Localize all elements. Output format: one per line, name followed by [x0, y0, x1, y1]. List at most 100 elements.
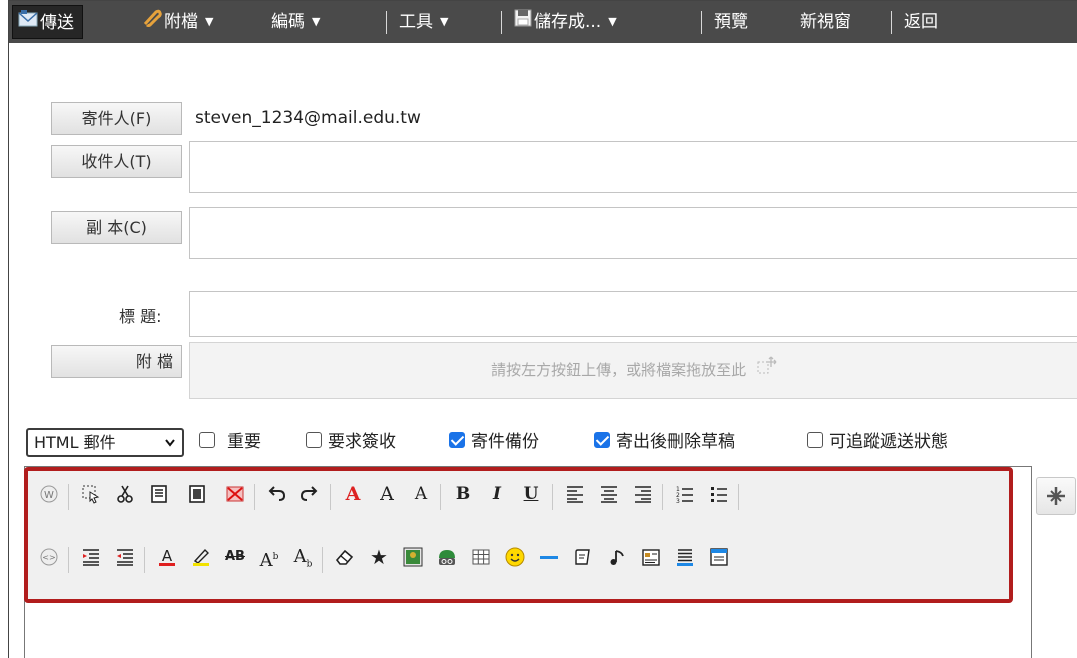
new-window-label: 新視窗 — [800, 12, 851, 32]
word-paste-icon[interactable]: W — [36, 480, 62, 508]
encoding-dropdown-arrow: ▼ — [312, 15, 321, 28]
mail-compose-window: 傳送 附檔 ▼ 編碼 ▼ 工具 ▼ 儲存成... ▼ 預覽 新視窗 返回 寄件人… — [8, 0, 1077, 658]
cc-field[interactable] — [189, 207, 1077, 259]
read-receipt-checkbox[interactable] — [306, 432, 322, 448]
cc-button[interactable]: 副 本(C) — [51, 211, 182, 244]
insert-template-icon[interactable] — [638, 543, 664, 571]
tools-label: 工具 — [399, 12, 433, 32]
back-button[interactable]: 返回 — [904, 1, 938, 43]
envelope-icon — [18, 6, 38, 40]
from-value: steven_1234@mail.edu.tw — [195, 108, 421, 128]
special-char-icon[interactable]: ★ — [366, 543, 392, 571]
compose-toolbar: 傳送 附檔 ▼ 編碼 ▼ 工具 ▼ 儲存成... ▼ 預覽 新視窗 返回 — [9, 1, 1077, 43]
encoding-label: 編碼 — [271, 12, 305, 32]
paste-icon[interactable] — [184, 480, 210, 508]
send-label: 傳送 — [40, 13, 74, 33]
save-copy-option[interactable]: 寄件備份 — [449, 429, 539, 455]
save-copy-checkbox[interactable] — [449, 432, 465, 448]
send-button[interactable]: 傳送 — [12, 5, 83, 39]
subject-field[interactable] — [189, 291, 1077, 337]
attach-label: 附檔 — [164, 12, 198, 32]
save-as-label: 儲存成... — [534, 12, 602, 32]
align-left-icon[interactable] — [562, 480, 588, 508]
attachment-button[interactable]: 附 檔 — [51, 345, 182, 378]
horizontal-rule-icon[interactable] — [536, 543, 562, 571]
cut-icon[interactable] — [112, 480, 138, 508]
editor-toolbar: W A A A B I U 123 <> A AB Ab Ab ★ — [24, 467, 1013, 603]
insert-link-icon[interactable] — [434, 543, 460, 571]
tracking-label: 可追蹤遞送狀態 — [829, 432, 948, 452]
redo-icon[interactable] — [296, 480, 322, 508]
insert-media-icon[interactable] — [604, 543, 630, 571]
attachment-dropzone[interactable]: 請按左方按鈕上傳，或將檔案拖放至此 — [189, 342, 1077, 399]
page-break-icon[interactable] — [672, 543, 698, 571]
indent-icon[interactable] — [112, 543, 138, 571]
tracking-checkbox[interactable] — [807, 432, 823, 448]
save-as-button[interactable]: 儲存成... ▼ — [514, 1, 617, 43]
delete-draft-label: 寄出後刪除草稿 — [616, 432, 735, 452]
strikethrough-icon[interactable]: AB — [222, 543, 248, 571]
underline-icon[interactable]: U — [518, 480, 544, 508]
delete-draft-checkbox[interactable] — [594, 432, 610, 448]
important-option[interactable]: 重要 — [199, 429, 261, 455]
attach-dropdown-arrow: ▼ — [205, 15, 214, 28]
chevron-down-icon — [164, 430, 176, 464]
to-field[interactable] — [189, 141, 1077, 193]
toolbar-divider — [501, 11, 502, 34]
insert-image-icon[interactable] — [400, 543, 426, 571]
drag-drop-icon — [757, 343, 777, 398]
superscript-icon[interactable]: Ab — [256, 543, 282, 571]
font-face-icon[interactable]: A — [340, 480, 366, 508]
read-receipt-option[interactable]: 要求簽收 — [306, 429, 396, 455]
attach-button[interactable]: 附檔 ▼ — [142, 1, 213, 43]
subscript-icon[interactable]: Ab — [290, 543, 316, 571]
delete-draft-option[interactable]: 寄出後刪除草稿 — [594, 429, 735, 455]
remove-format-icon[interactable] — [332, 543, 358, 571]
mail-format-select[interactable]: HTML 郵件 — [26, 428, 184, 457]
important-checkbox[interactable] — [199, 432, 215, 448]
bullet-list-icon[interactable] — [706, 480, 732, 508]
dropzone-text: 請按左方按鈕上傳，或將檔案拖放至此 — [491, 361, 747, 379]
subject-label: 標 題: — [119, 307, 162, 326]
font-style-icon[interactable]: A — [408, 480, 434, 508]
align-right-icon[interactable] — [630, 480, 656, 508]
from-button[interactable]: 寄件人(F) — [51, 102, 182, 135]
source-view-icon[interactable]: <> — [36, 543, 62, 571]
toolbar-divider — [386, 11, 387, 34]
to-button[interactable]: 收件人(T) — [51, 145, 182, 178]
svg-text:3: 3 — [676, 498, 680, 504]
bold-icon[interactable]: B — [450, 480, 476, 508]
outdent-icon[interactable] — [78, 543, 104, 571]
italic-icon[interactable]: I — [484, 480, 510, 508]
tools-button[interactable]: 工具 ▼ — [399, 1, 448, 43]
font-color-icon[interactable]: A — [154, 543, 180, 571]
read-receipt-label: 要求簽收 — [328, 432, 396, 452]
copy-icon[interactable] — [146, 480, 172, 508]
save-copy-label: 寄件備份 — [471, 432, 539, 452]
svg-text:<>: <> — [42, 553, 55, 562]
tools-dropdown-arrow: ▼ — [440, 15, 449, 28]
floppy-disk-icon — [514, 1, 532, 43]
collapse-arrows-icon — [1045, 485, 1067, 506]
insert-table-icon[interactable] — [468, 543, 494, 571]
emoticon-icon[interactable] — [502, 543, 528, 571]
delete-icon[interactable] — [222, 480, 248, 508]
numbered-list-icon[interactable]: 123 — [672, 480, 698, 508]
align-center-icon[interactable] — [596, 480, 622, 508]
new-window-button[interactable]: 新視窗 — [800, 1, 851, 43]
svg-text:A: A — [162, 547, 173, 565]
save-as-dropdown-arrow: ▼ — [608, 15, 617, 28]
toolbar-divider — [701, 11, 702, 34]
properties-icon[interactable] — [706, 543, 732, 571]
preview-button[interactable]: 預覽 — [714, 1, 748, 43]
highlight-icon[interactable] — [188, 543, 214, 571]
paperclip-icon — [142, 1, 162, 43]
undo-icon[interactable] — [264, 480, 290, 508]
insert-form-icon[interactable] — [570, 543, 596, 571]
select-all-icon[interactable] — [78, 480, 104, 508]
toolbar-toggle-button[interactable] — [1036, 477, 1076, 515]
tracking-option[interactable]: 可追蹤遞送狀態 — [807, 429, 948, 455]
encoding-button[interactable]: 編碼 ▼ — [271, 1, 320, 43]
important-label: 重要 — [227, 432, 261, 452]
font-size-icon[interactable]: A — [374, 480, 400, 508]
